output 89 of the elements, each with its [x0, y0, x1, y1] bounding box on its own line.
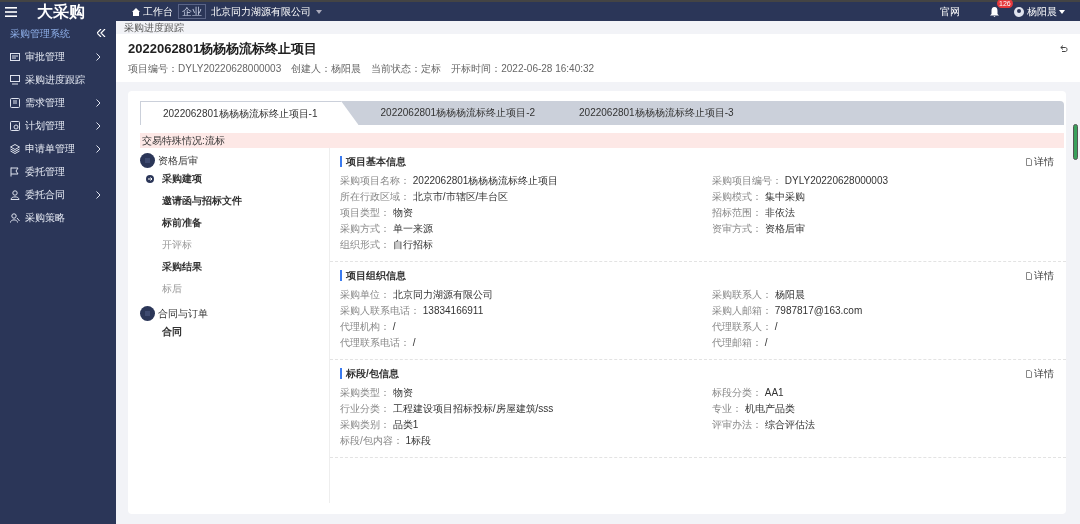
detail-link[interactable]: 详情: [1025, 366, 1054, 381]
step-label[interactable]: 采购结果: [162, 256, 202, 278]
step-label[interactable]: 合同: [162, 321, 182, 343]
field-text: 项目类型： 物资: [340, 206, 414, 220]
field-text: 采购人邮箱： 7987817@163.com: [712, 304, 864, 318]
field-text: 资审方式： 资格后审: [712, 222, 806, 236]
org-tag: 企业: [177, 4, 206, 19]
document-icon: [1025, 157, 1032, 166]
field-text: 采购类别： 品类1: [340, 418, 420, 432]
document-icon: [10, 51, 20, 62]
scrollbar-thumb[interactable]: [1073, 124, 1078, 160]
document-icon: [1025, 369, 1032, 378]
field-text: 行业分类： 工程建设项目招标投标/房屋建筑/sss: [340, 402, 555, 416]
field-text: 采购单位： 北京同力湖源有限公司: [340, 288, 494, 302]
field-text: 代理联系电话： /: [340, 336, 417, 350]
step-label[interactable]: 邀请函与招标文件: [162, 190, 242, 212]
field-text: 代理机构： /: [340, 320, 397, 334]
field-text: 所在行政区域： 北京市/市辖区/丰台区: [340, 190, 510, 204]
flag-icon: [10, 166, 20, 177]
collapse-icon[interactable]: [97, 29, 106, 37]
site-link[interactable]: 官网: [940, 4, 960, 19]
stage-circle-icon: [140, 306, 155, 321]
layers-icon: [10, 143, 20, 154]
person-icon: [10, 212, 20, 223]
section-title: 标段/包信息: [340, 368, 399, 379]
field-text: 组织形式： 自行招标: [340, 238, 434, 252]
sidebar-item[interactable]: 委托合同: [25, 187, 96, 202]
tab[interactable]: 2022062801杨杨杨流标终止项目-1: [140, 101, 359, 125]
chevron-right-icon[interactable]: [96, 52, 101, 61]
meta-text: 开标时间：2022-06-28 16:40:32: [451, 62, 595, 76]
avatar-icon: [1014, 6, 1024, 17]
sidebar-item[interactable]: 委托管理: [25, 164, 106, 179]
caret-icon[interactable]: [315, 9, 322, 14]
field-text: 采购项目名称： 2022062801杨杨杨流标终止项目: [340, 174, 560, 188]
breadcrumb-text[interactable]: 采购进度跟踪: [116, 21, 1080, 34]
sidebar-item[interactable]: 采购进度跟踪: [25, 72, 106, 87]
chevron-right-icon[interactable]: [96, 144, 101, 153]
field-text: 采购项目编号： DYLY20220628000003: [712, 174, 890, 188]
sidebar-item[interactable]: 申请单管理: [25, 141, 96, 156]
field-text: 采购类型： 物资: [340, 386, 414, 400]
document-icon: [1025, 271, 1032, 280]
bell-icon[interactable]: [990, 7, 999, 18]
alert-banner: 交易特殊情况:流标: [140, 133, 1064, 148]
monitor-icon: [10, 74, 20, 85]
detail-link[interactable]: 详情: [1025, 154, 1054, 169]
field-text: 标段分类： AA1: [712, 386, 785, 400]
sidebar-item[interactable]: 采购策略: [25, 210, 106, 225]
field-text: 专业： 机电产品类: [712, 402, 796, 416]
field-text: 代理邮箱： /: [712, 336, 769, 350]
stage-label: 合同与订单: [157, 307, 208, 321]
field-text: 采购方式： 单一来源: [340, 222, 434, 236]
logo-text: 大采购: [37, 1, 86, 22]
sidebar-title: 采购管理系统: [10, 26, 70, 41]
field-text: 采购模式： 集中采购: [712, 190, 806, 204]
meta-text: 创建人：杨阳晨: [291, 62, 362, 76]
form-icon: [10, 120, 20, 131]
sidebar-item[interactable]: 审批管理: [25, 49, 96, 64]
page-title: 2022062801杨杨杨流标终止项目: [128, 40, 318, 58]
chevron-right-icon[interactable]: [96, 98, 101, 107]
workbench-link[interactable]: 工作台: [142, 4, 173, 19]
stage-circle-icon: [140, 153, 155, 168]
back-icon[interactable]: [1060, 45, 1068, 53]
step-label[interactable]: 标前准备: [162, 212, 202, 234]
step-label[interactable]: 采购建项: [162, 168, 202, 190]
meta-text: 项目编号：DYLY20220628000003: [128, 62, 282, 76]
user-menu[interactable]: 杨阳晨: [1026, 4, 1057, 19]
home-icon[interactable]: [132, 7, 140, 16]
tab[interactable]: 2022062801杨杨杨流标终止项目-3: [557, 101, 756, 125]
form-icon: [10, 97, 20, 108]
tab[interactable]: 2022062801杨杨杨流标终止项目-2: [358, 101, 558, 125]
field-text: 评审办法： 综合评估法: [712, 418, 816, 432]
chevron-right-icon[interactable]: [96, 190, 101, 199]
caret-icon[interactable]: [1059, 9, 1065, 14]
sidebar-item[interactable]: 计划管理: [25, 118, 96, 133]
field-text: 采购人联系电话： 13834166911: [340, 304, 485, 318]
detail-link[interactable]: 详情: [1025, 268, 1054, 283]
field-text: 标段/包内容： 1标段: [340, 434, 433, 448]
chevron-right-icon[interactable]: [96, 121, 101, 130]
sidebar-item[interactable]: 需求管理: [25, 95, 96, 110]
company-selector[interactable]: 北京同力湖源有限公司: [210, 4, 311, 19]
field-text: 采购联系人： 杨阳晨: [712, 288, 806, 302]
field-text: 招标范围： 非依法: [712, 206, 796, 220]
stage-label: 资格后审: [157, 154, 198, 168]
section-title: 项目组织信息: [340, 270, 406, 281]
menu-icon[interactable]: [5, 6, 17, 17]
person-icon: [10, 189, 20, 200]
field-text: 代理联系人： /: [712, 320, 779, 334]
meta-text: 当前状态：定标: [371, 62, 442, 76]
section-title: 项目基本信息: [340, 156, 406, 167]
